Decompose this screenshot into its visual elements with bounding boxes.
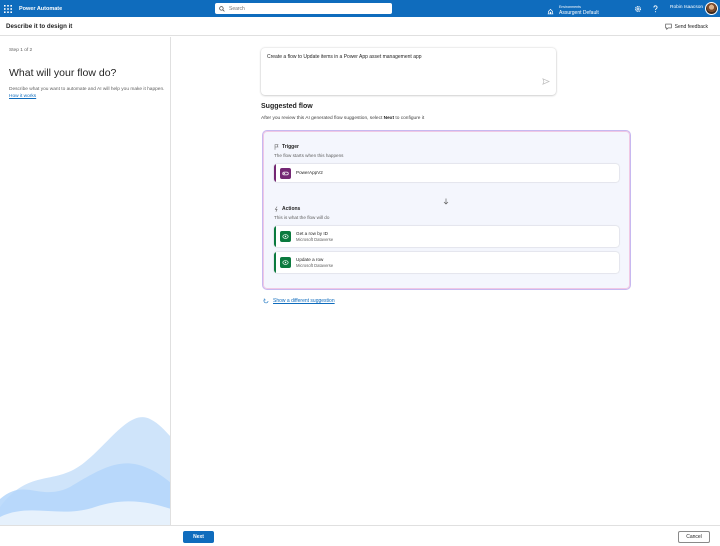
- send-feedback-button[interactable]: Send feedback: [665, 23, 708, 30]
- step-indicator: Step 1 of 2: [9, 48, 33, 53]
- dataverse-icon: [280, 257, 291, 268]
- refresh-icon: [263, 298, 269, 304]
- actions-subtitle: This is what the flow will do: [274, 215, 330, 220]
- how-it-works-link[interactable]: How it works: [9, 94, 36, 99]
- left-description-text: Describe what you want to automate and A…: [9, 87, 165, 92]
- action-step-connector: Microsoft Dataverse: [296, 236, 334, 242]
- settings-gear-icon[interactable]: [632, 3, 643, 14]
- decorative-waves-illustration: [0, 417, 170, 525]
- actions-title: Actions: [274, 206, 300, 212]
- app-name[interactable]: Power Automate: [19, 6, 62, 12]
- trigger-accent-bar: [274, 164, 276, 182]
- trigger-title: Trigger: [274, 144, 299, 150]
- actions-icon: [274, 206, 278, 212]
- action-step-name: Get a row by ID: [296, 231, 328, 236]
- action-step-connector: Microsoft Dataverse: [296, 262, 334, 268]
- action-accent-bar: [274, 226, 276, 247]
- prompt-text[interactable]: Create a flow to Update items in a Power…: [267, 54, 422, 60]
- dataverse-icon: [280, 231, 291, 242]
- send-icon[interactable]: [542, 72, 550, 90]
- left-description: Describe what you want to automate and A…: [9, 86, 169, 100]
- search-box[interactable]: [215, 3, 392, 14]
- action-step-card[interactable]: Get a row by ID Microsoft Dataverse: [274, 226, 619, 247]
- page-header: Describe it to design it Send feedback: [0, 17, 720, 36]
- app-launcher-icon[interactable]: [1, 0, 15, 17]
- action-step-card[interactable]: Update a row Microsoft Dataverse: [274, 252, 619, 273]
- action-accent-bar: [274, 252, 276, 273]
- search-input[interactable]: [229, 5, 379, 12]
- suggested-flow-card: Trigger The flow starts when this happen…: [262, 130, 631, 290]
- prompt-input-box[interactable]: Create a flow to Update items in a Power…: [261, 48, 556, 95]
- left-heading: What will your flow do?: [9, 67, 117, 79]
- flag-icon: [274, 144, 279, 150]
- left-panel: Step 1 of 2 What will your flow do? Desc…: [0, 37, 171, 525]
- send-feedback-label: Send feedback: [674, 23, 708, 30]
- trigger-step-name: PowerAppV2: [296, 170, 323, 176]
- power-apps-icon: [280, 167, 291, 179]
- suggested-flow-heading: Suggested flow: [261, 103, 313, 110]
- footer: Next Cancel: [0, 525, 720, 546]
- user-name[interactable]: Robin Isaacson: [670, 5, 703, 10]
- search-icon: [219, 5, 225, 12]
- trigger-step-card[interactable]: PowerAppV2: [274, 164, 619, 182]
- next-button[interactable]: Next: [183, 531, 214, 543]
- show-different-suggestion-link[interactable]: Show a different suggestion: [263, 298, 335, 304]
- help-icon[interactable]: [650, 3, 661, 14]
- trigger-subtitle: The flow starts when this happens: [274, 153, 344, 158]
- arrow-down-icon: [443, 192, 449, 210]
- feedback-icon: [665, 23, 672, 30]
- cancel-button[interactable]: Cancel: [678, 531, 710, 543]
- avatar[interactable]: [705, 2, 718, 15]
- page-title: Describe it to design it: [6, 22, 73, 30]
- environment-value: Assurgent Default: [559, 9, 599, 16]
- top-bar: Power Automate Environments Assurgent De…: [0, 0, 720, 17]
- suggested-flow-subtitle: After you review this AI generated flow …: [261, 116, 425, 121]
